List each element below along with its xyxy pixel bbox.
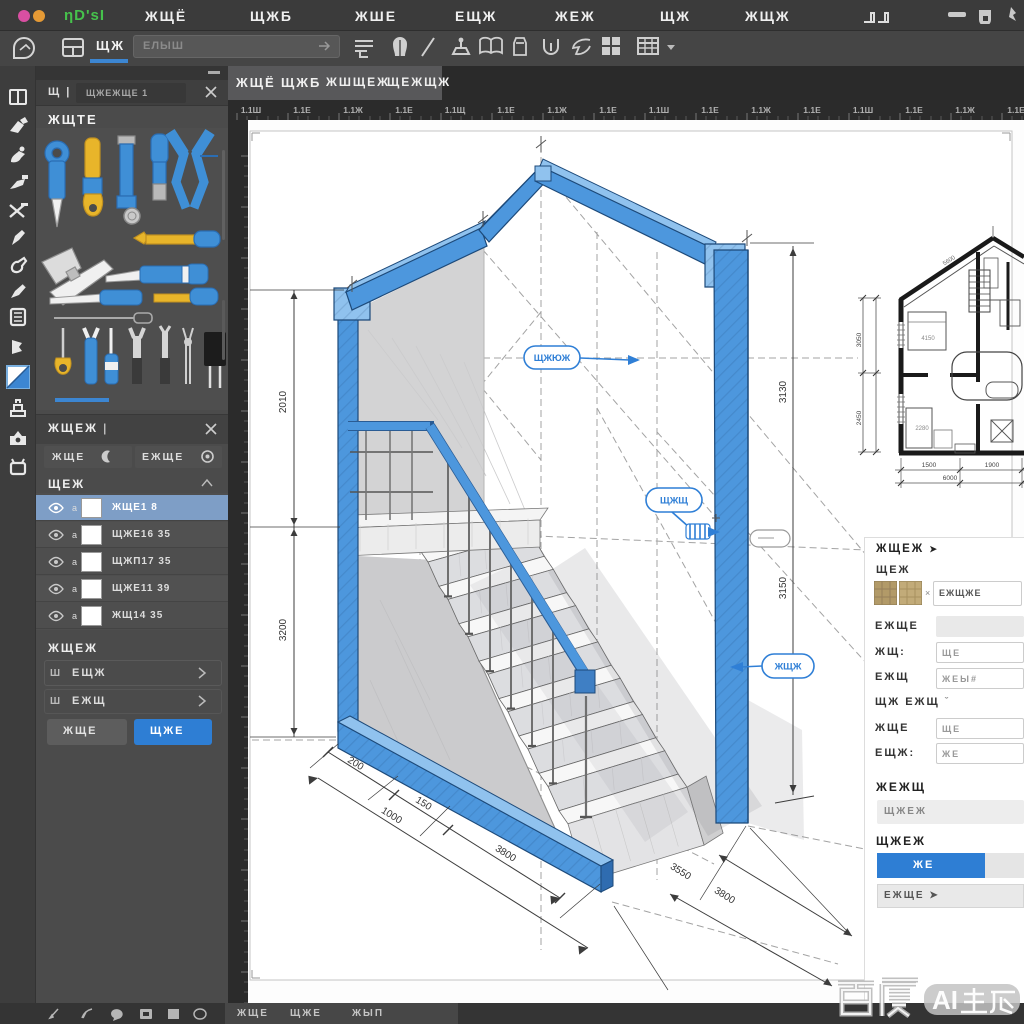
svg-text:3130: 3130 xyxy=(778,380,789,403)
svg-text:ЖЩЖ: ЖЩЖ xyxy=(774,662,802,673)
svg-text:1.1Е: 1.1Е xyxy=(293,105,311,115)
svg-text:1.1Е: 1.1Е xyxy=(497,105,515,115)
svg-text:1.1Ж: 1.1Ж xyxy=(547,105,567,115)
svg-text:1500: 1500 xyxy=(922,462,937,469)
svg-text:2010: 2010 xyxy=(278,390,289,413)
svg-text:2450: 2450 xyxy=(856,410,863,425)
svg-text:3150: 3150 xyxy=(778,576,789,599)
svg-text:4150: 4150 xyxy=(921,336,935,342)
svg-text:1.1Е: 1.1Е xyxy=(395,105,413,115)
svg-text:1.1Ж: 1.1Ж xyxy=(343,105,363,115)
svg-text:1.1Ш: 1.1Ш xyxy=(649,105,669,115)
svg-text:2280: 2280 xyxy=(915,426,929,432)
svg-text:3050: 3050 xyxy=(856,332,863,347)
svg-text:1.1Е: 1.1Е xyxy=(1007,105,1024,115)
svg-text:ЩЖЩ: ЩЖЩ xyxy=(660,496,688,507)
svg-text:AI: AI xyxy=(932,985,958,1015)
svg-text:1.1Е: 1.1Е xyxy=(803,105,821,115)
svg-text:1.1Е: 1.1Е xyxy=(701,105,719,115)
svg-text:1.1Е: 1.1Е xyxy=(905,105,923,115)
svg-text:1.1Щ: 1.1Щ xyxy=(445,105,466,115)
svg-text:1.1Е: 1.1Е xyxy=(599,105,617,115)
svg-text:1900: 1900 xyxy=(985,462,1000,469)
svg-text:3200: 3200 xyxy=(278,618,289,641)
svg-text:1.1Ж: 1.1Ж xyxy=(955,105,975,115)
svg-text:1.1Ж: 1.1Ж xyxy=(751,105,771,115)
svg-text:1.1Ш: 1.1Ш xyxy=(241,105,261,115)
svg-text:ЩЖЮЖ: ЩЖЮЖ xyxy=(534,353,571,364)
svg-text:6000: 6000 xyxy=(943,475,958,482)
svg-text:1.1Ш: 1.1Ш xyxy=(853,105,873,115)
